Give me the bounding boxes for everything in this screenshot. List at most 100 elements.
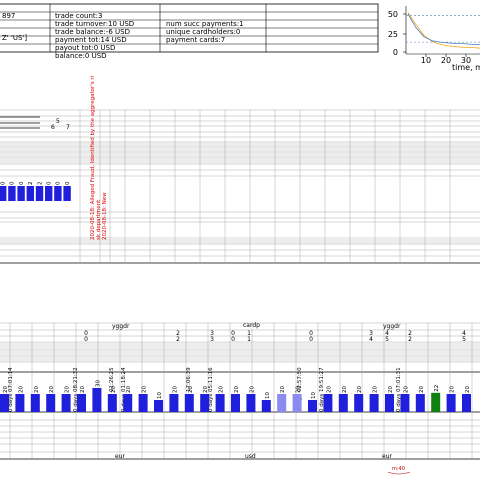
bar-label: 10 [265,392,271,399]
bar [63,186,71,201]
upper-bars: 00022000 [0,181,71,201]
bar-label: 20 [373,386,379,393]
bar-label: 20 [296,386,302,393]
stats-cell: 897 [2,12,15,20]
currency-label: eur [382,453,392,460]
count-label: 5 [56,118,60,125]
bar [246,394,256,412]
bar [107,394,117,412]
bar-label: 20 [342,386,348,393]
bar [35,186,44,201]
x-tick-label: 20 [441,56,451,65]
row-value: 4 [369,336,373,343]
bar-label: 20 [3,386,9,393]
bar [26,186,34,201]
bar [338,394,348,412]
stats-cell: trade count:3 [55,12,102,20]
currency-label: eur [115,453,125,460]
y-tick-label: 50 [388,10,398,19]
bar [123,394,133,412]
bar-label: 20 [188,386,194,393]
lower-panel: yggdr cardp yggdr 0 2 3 0 1 0 3 4 2 40 2 3 0 1 0 4 5 2 5 0… [0,322,480,475]
bar [354,394,364,412]
bar-label: 20 [80,386,86,393]
bar [77,394,86,412]
x-tick-label: 10 [421,56,431,65]
bar-label: 20 [172,386,178,393]
bar [200,394,210,412]
row-value: 0 [231,336,235,343]
bar-label: 20 [111,386,117,393]
bar [431,392,441,412]
bar [154,400,163,412]
bar [184,394,194,412]
stats-cell: num succ payments:1 [166,20,244,28]
bar [277,394,287,412]
bar-label: 20 [126,386,132,393]
row-value: 5 [462,336,466,343]
group-label: yggdr [112,323,130,330]
bar-label: 0 [65,181,71,185]
footer-note: m:40 [392,466,405,472]
row-value: 2 [408,336,412,343]
dashboard-canvas: 897 Z' 'US'] trade count:3 trade turnove… [0,3,480,475]
bar-label: 20 [357,386,363,393]
group-label: cardp [243,322,260,329]
bar [323,394,333,412]
bar [292,394,302,412]
bar [400,394,410,412]
upper-panel: 5 6 7 00022000 2020-08-18: Alleged Fraud… [0,75,480,264]
count-label: 7 [66,124,70,131]
bar-label: 20 [234,386,240,393]
bar-label: 30 [95,380,101,387]
count-label: 6 [51,124,55,131]
bar [17,186,25,201]
row-value: 5 [385,336,389,343]
y-tick-label: 25 [388,30,398,39]
bar-label: 20 [249,386,255,393]
currency-label: usd [245,453,256,460]
bar-label: 20 [403,386,409,393]
bar-label: 20 [326,386,332,393]
bar [61,394,71,412]
bar [0,186,7,201]
bar [0,394,9,412]
group-label: yggdr [383,323,401,330]
bar-label: 20 [450,386,456,393]
row-value: 0 [84,336,88,343]
bar [369,394,379,412]
stats-cell: Z' 'US'] [2,34,27,42]
footer-arc [387,471,411,475]
bar-label: 20 [388,386,394,393]
stats-cell: trade turnover:10 USD [55,20,134,28]
bar-label: 20 [280,386,286,393]
bar [169,394,179,412]
bar-label: 20 [419,386,425,393]
bar [308,400,317,412]
bar-label: 20 [465,386,471,393]
stats-cell: trade balance:-6 USD [55,28,130,36]
bar-label: 20 [219,386,225,393]
bar-label: 0 [1,181,7,185]
stats-cell: balance:0 USD [55,52,107,60]
bar [446,394,456,412]
stats-cell: payment cards:7 [166,36,225,44]
bar-label: 0 [10,181,16,185]
x-axis-label: time, mi [452,63,480,72]
bar [54,186,62,201]
bar-label: 20 [49,386,55,393]
stats-cell: unique cardholders:0 [166,28,240,36]
bar [30,394,40,412]
row-value: 0 [309,336,313,343]
bar-label: 0 [56,181,62,185]
series-line [407,13,480,45]
bar [462,394,471,412]
bar [45,186,53,201]
mini-chart: 50250102030 time, mi [388,6,480,72]
bar-label: 10 [311,392,317,399]
bar [15,394,25,412]
bar [92,388,102,412]
bar-label: 20 [203,386,209,393]
bar [261,400,271,412]
stats-cell: payout tot:0 USD [55,44,115,52]
